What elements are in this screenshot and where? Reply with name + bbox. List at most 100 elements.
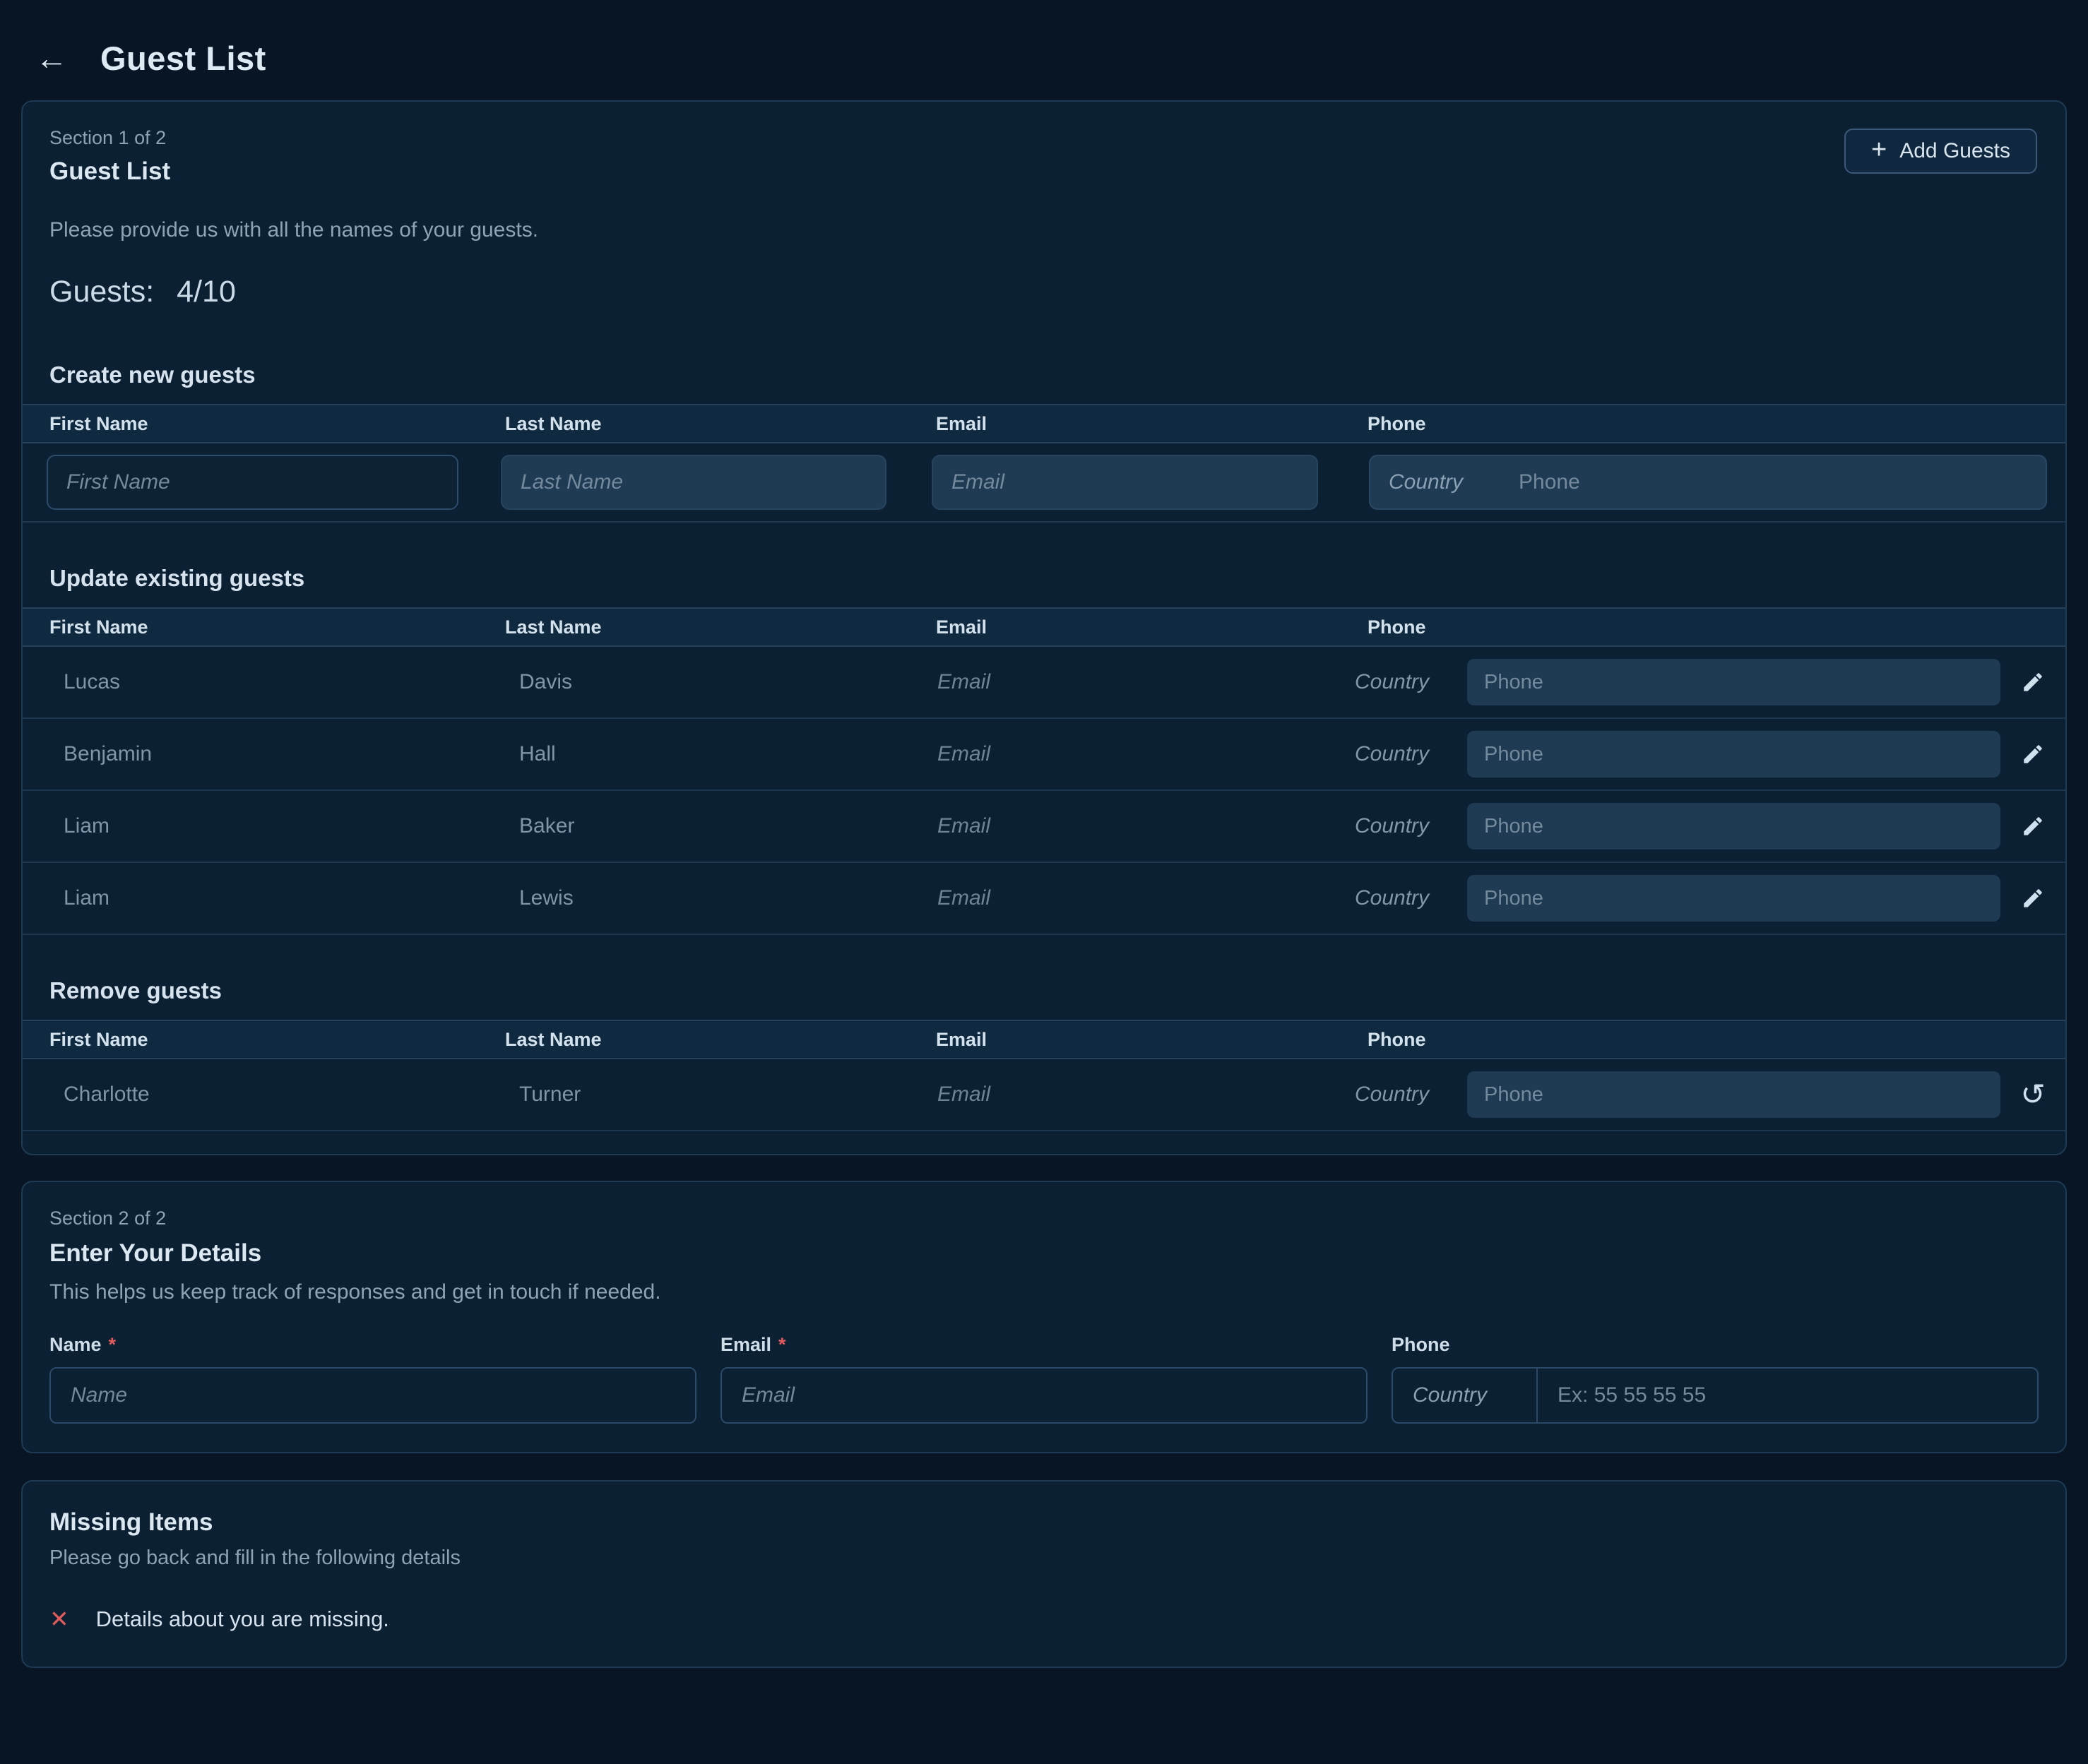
guest-row: Lucas Davis Email Country: [23, 647, 2065, 719]
create-guest-row: Country: [23, 443, 2065, 523]
guests-label: Guests:: [49, 275, 154, 309]
col-first-name: First Name: [23, 1029, 478, 1051]
phone-input-group: Country: [1369, 455, 2047, 510]
your-details-section: Section 2 of 2 Enter Your Details This h…: [21, 1181, 2067, 1453]
section-title: Guest List: [49, 157, 2039, 186]
plus-icon: +: [1871, 136, 1887, 163]
guest-row: Liam Lewis Email Country: [23, 863, 2065, 935]
section-label: Section 2 of 2: [49, 1208, 2039, 1229]
col-phone: Phone: [1341, 1029, 2000, 1051]
app-header: ← Guest List: [0, 0, 2088, 85]
create-guests-table: First Name Last Name Email Phone Country: [23, 404, 2065, 523]
col-last-name: Last Name: [478, 413, 909, 435]
name-input[interactable]: [49, 1367, 696, 1424]
first-name-input[interactable]: [47, 455, 458, 510]
add-guests-button[interactable]: + Add Guests: [1844, 129, 2037, 174]
phone-input[interactable]: [1538, 1369, 2037, 1422]
remove-guests-title: Remove guests: [49, 977, 2039, 1004]
missing-items-section: Missing Items Please go back and fill in…: [21, 1480, 2067, 1668]
pencil-icon: [2021, 742, 2045, 766]
name-field: Name *: [49, 1334, 696, 1424]
phone-input[interactable]: [1467, 731, 2000, 777]
guest-email-placeholder: Email: [909, 670, 1341, 694]
guests-count: 4/10: [177, 275, 236, 309]
guest-email-placeholder: Email: [909, 814, 1341, 838]
guest-first-name: Charlotte: [23, 1083, 478, 1107]
email-input[interactable]: [720, 1367, 1368, 1424]
guest-last-name: Turner: [478, 1083, 909, 1107]
restore-guest-button[interactable]: ↺: [2020, 1080, 2045, 1109]
add-guests-label: Add Guests: [1899, 139, 2010, 163]
table-header: First Name Last Name Email Phone: [23, 1020, 2065, 1059]
country-select[interactable]: Country: [1393, 1369, 1538, 1422]
guest-row: Benjamin Hall Email Country: [23, 719, 2065, 791]
country-select[interactable]: Country: [1355, 670, 1429, 694]
col-email: Email: [909, 413, 1341, 435]
edit-guest-button[interactable]: [2021, 742, 2045, 766]
email-label: Email *: [720, 1334, 1368, 1356]
country-select[interactable]: Country: [1355, 886, 1429, 910]
email-field: Email *: [720, 1334, 1368, 1424]
phone-input[interactable]: [1519, 470, 2046, 494]
edit-guest-button[interactable]: [2021, 814, 2045, 838]
country-select[interactable]: Country: [1355, 742, 1429, 766]
section-description: This helps us keep track of responses an…: [49, 1280, 2039, 1304]
missing-item-text: Details about you are missing.: [96, 1607, 389, 1632]
guest-email-placeholder: Email: [909, 886, 1341, 910]
required-asterisk: *: [778, 1334, 786, 1356]
guest-row: Liam Baker Email Country: [23, 791, 2065, 863]
edit-guest-button[interactable]: [2021, 670, 2045, 694]
table-header: First Name Last Name Email Phone: [23, 404, 2065, 443]
col-last-name: Last Name: [478, 1029, 909, 1051]
country-select[interactable]: Country: [1355, 1083, 1429, 1107]
last-name-input[interactable]: [501, 455, 886, 510]
guest-email-placeholder: Email: [909, 1083, 1341, 1107]
table-header: First Name Last Name Email Phone: [23, 607, 2065, 647]
col-phone: Phone: [1341, 413, 2000, 435]
phone-field: Phone Country: [1392, 1334, 2039, 1424]
country-select[interactable]: Country: [1355, 814, 1429, 838]
name-label: Name *: [49, 1334, 696, 1356]
guest-first-name: Benjamin: [23, 742, 478, 766]
missing-items-description: Please go back and fill in the following…: [49, 1547, 2039, 1570]
pencil-icon: [2021, 670, 2045, 694]
edit-guest-button[interactable]: [2021, 886, 2045, 910]
phone-input[interactable]: [1467, 875, 2000, 922]
col-phone: Phone: [1341, 616, 2000, 638]
create-guests-title: Create new guests: [49, 362, 2039, 388]
email-input[interactable]: [932, 455, 1318, 510]
guest-list-section: Section 1 of 2 Guest List + Add Guests P…: [21, 100, 2067, 1155]
phone-input[interactable]: [1467, 1071, 2000, 1118]
phone-input-group: Country: [1392, 1367, 2039, 1424]
update-guests-table: First Name Last Name Email Phone Lucas D…: [23, 607, 2065, 935]
phone-label: Phone: [1392, 1334, 2039, 1356]
remove-guests-table: First Name Last Name Email Phone Charlot…: [23, 1020, 2065, 1131]
back-icon[interactable]: ←: [35, 42, 68, 74]
guest-first-name: Liam: [23, 886, 478, 910]
guests-counter: Guests: 4/10: [49, 275, 2039, 309]
guest-first-name: Lucas: [23, 670, 478, 694]
page-title: Guest List: [100, 39, 266, 78]
guest-last-name: Lewis: [478, 886, 909, 910]
col-last-name: Last Name: [478, 616, 909, 638]
section-label: Section 1 of 2: [49, 127, 2039, 149]
undo-icon: ↺: [2020, 1080, 2045, 1109]
col-first-name: First Name: [23, 413, 478, 435]
required-asterisk: *: [109, 1334, 117, 1356]
phone-input[interactable]: [1467, 659, 2000, 705]
col-email: Email: [909, 616, 1341, 638]
guest-row: Charlotte Turner Email Country ↺: [23, 1059, 2065, 1131]
guest-last-name: Baker: [478, 814, 909, 838]
pencil-icon: [2021, 886, 2045, 910]
section-title: Enter Your Details: [49, 1239, 2039, 1268]
error-icon: ✕: [49, 1605, 69, 1633]
guest-first-name: Liam: [23, 814, 478, 838]
phone-input[interactable]: [1467, 803, 2000, 850]
guest-email-placeholder: Email: [909, 742, 1341, 766]
pencil-icon: [2021, 814, 2045, 838]
col-first-name: First Name: [23, 616, 478, 638]
missing-item: ✕ Details about you are missing.: [49, 1605, 2039, 1633]
col-email: Email: [909, 1029, 1341, 1051]
country-select[interactable]: Country: [1370, 470, 1519, 494]
missing-items-title: Missing Items: [49, 1508, 2039, 1537]
